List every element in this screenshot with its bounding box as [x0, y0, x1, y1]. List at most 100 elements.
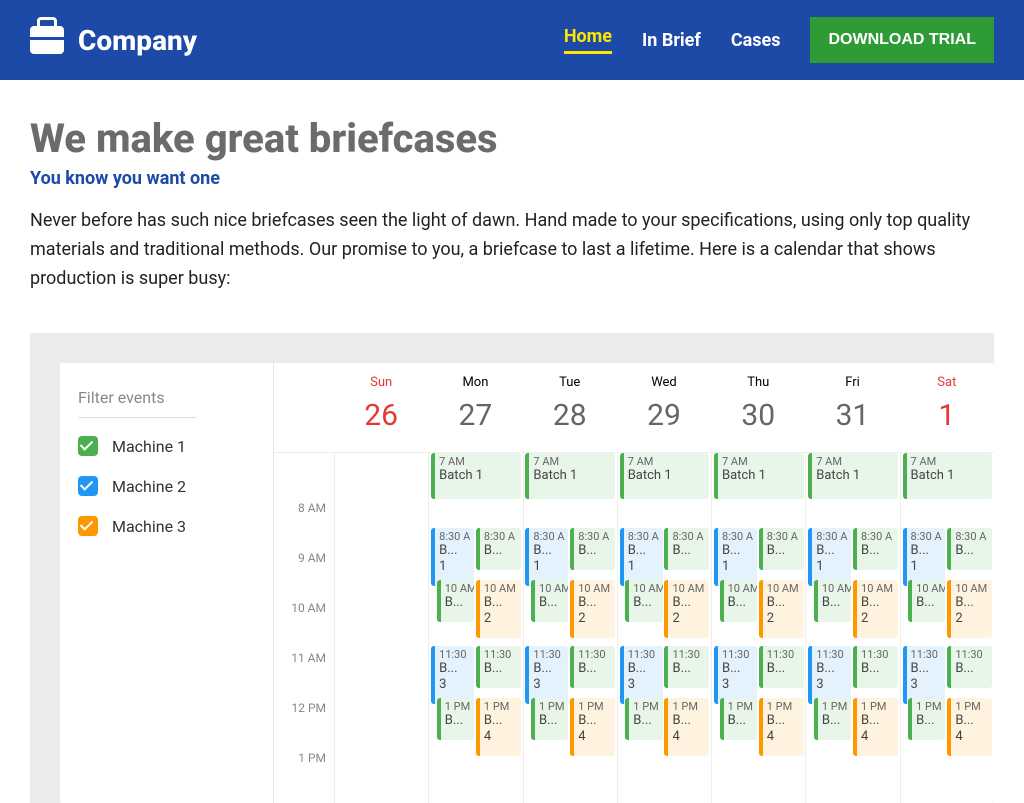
day-number: 26	[334, 398, 428, 433]
time-label: 12 PM	[274, 701, 334, 751]
calendar-event[interactable]: 10 AMB...	[437, 580, 474, 622]
event-name: B...	[767, 595, 804, 611]
calendar-event[interactable]: 10 AMB...	[531, 580, 568, 622]
calendar-event[interactable]: 1 PMB...4	[947, 698, 992, 756]
event-name: B...	[628, 543, 663, 559]
calendar-event[interactable]: 10 AMB...	[720, 580, 757, 622]
day-of-week: Tue	[523, 375, 617, 390]
calendar-event[interactable]: 11:30B...3	[808, 646, 851, 704]
calendar-event[interactable]: 11:30B...	[476, 646, 521, 688]
calendar-event[interactable]: 10 AMB...2	[664, 580, 709, 638]
calendar-event[interactable]: 1 PMB...4	[570, 698, 615, 756]
calendar-event[interactable]: 1 PMB...	[437, 698, 474, 740]
event-name: 3	[816, 677, 851, 693]
calendar-event[interactable]: 11:30B...3	[714, 646, 757, 704]
calendar-event[interactable]: 11:30B...	[664, 646, 709, 688]
calendar-event[interactable]: 7 AMBatch 1	[808, 453, 898, 499]
calendar-event[interactable]: 11:30B...	[947, 646, 992, 688]
day-column[interactable]: 7 AMBatch 18:30 AB...18:30 AB...10 AMB..…	[711, 453, 805, 803]
day-column[interactable]: 7 AMBatch 18:30 AB...18:30 AB...10 AMB..…	[617, 453, 711, 803]
brand[interactable]: Company	[30, 24, 197, 57]
calendar-event[interactable]: 11:30B...	[570, 646, 615, 688]
day-column[interactable]: 7 AMBatch 18:30 AB...18:30 AB...10 AMB..…	[428, 453, 522, 803]
calendar-event[interactable]: 8:30 AB...1	[620, 528, 663, 586]
calendar-event[interactable]: 8:30 AB...1	[525, 528, 568, 586]
calendar-event[interactable]: 8:30 AB...	[947, 528, 992, 570]
event-name: B...	[816, 543, 851, 559]
calendar-event[interactable]: 8:30 AB...1	[808, 528, 851, 586]
nav-home[interactable]: Home	[564, 26, 612, 54]
calendar-event[interactable]: 8:30 AB...	[476, 528, 521, 570]
calendar-event[interactable]: 8:30 AB...1	[903, 528, 946, 586]
nav-cases[interactable]: Cases	[731, 30, 781, 51]
day-column[interactable]: 7 AMBatch 18:30 AB...18:30 AB...10 AMB..…	[523, 453, 617, 803]
calendar-event[interactable]: 11:30B...3	[903, 646, 946, 704]
event-time: 1 PM	[955, 700, 992, 713]
calendar-event[interactable]: 10 AMB...	[814, 580, 851, 622]
calendar-event[interactable]: 8:30 AB...	[853, 528, 898, 570]
event-name: B...	[822, 713, 851, 729]
day-column[interactable]: 7 AMBatch 18:30 AB...18:30 AB...10 AMB..…	[900, 453, 994, 803]
event-name: Batch 1	[816, 468, 898, 484]
calendar-event[interactable]: 8:30 AB...1	[431, 528, 474, 586]
event-time: 1 PM	[916, 700, 945, 713]
calendar-event[interactable]: 1 PMB...4	[853, 698, 898, 756]
event-time: 11:30	[578, 648, 615, 661]
calendar-event[interactable]: 8:30 AB...	[759, 528, 804, 570]
day-number: 30	[711, 398, 805, 433]
event-name: 3	[628, 677, 663, 693]
day-header[interactable]: Sun26	[334, 363, 428, 452]
download-trial-button[interactable]: DOWNLOAD TRIAL	[810, 17, 994, 63]
calendar-event[interactable]: 1 PMB...	[720, 698, 757, 740]
calendar-event[interactable]: 1 PMB...	[625, 698, 662, 740]
filter-machine-3[interactable]: Machine 3	[78, 516, 255, 536]
calendar-event[interactable]: 8:30 AB...	[570, 528, 615, 570]
calendar-event[interactable]: 11:30B...3	[431, 646, 474, 704]
event-time: 8:30 A	[767, 530, 804, 543]
day-header[interactable]: Sat1	[900, 363, 994, 452]
calendar-event[interactable]: 10 AMB...2	[570, 580, 615, 638]
event-time: 1 PM	[484, 700, 521, 713]
calendar-event[interactable]: 11:30B...	[853, 646, 898, 688]
calendar-container: Filter events Machine 1Machine 2Machine …	[30, 333, 994, 803]
calendar-event[interactable]: 7 AMBatch 1	[903, 453, 993, 499]
filter-machine-1[interactable]: Machine 1	[78, 436, 255, 456]
calendar-event[interactable]: 1 PMB...4	[664, 698, 709, 756]
day-header[interactable]: Fri31	[805, 363, 899, 452]
calendar-event[interactable]: 11:30B...3	[525, 646, 568, 704]
day-column[interactable]: 7 AMBatch 18:30 AB...18:30 AB...10 AMB..…	[805, 453, 899, 803]
day-header[interactable]: Mon27	[428, 363, 522, 452]
calendar-event[interactable]: 10 AMB...	[908, 580, 945, 622]
event-time: 11:30	[484, 648, 521, 661]
day-header[interactable]: Tue28	[523, 363, 617, 452]
calendar-event[interactable]: 8:30 AB...1	[714, 528, 757, 586]
day-number: 27	[428, 398, 522, 433]
calendar-event[interactable]: 1 PMB...	[814, 698, 851, 740]
calendar-event[interactable]: 11:30B...	[759, 646, 804, 688]
calendar-event[interactable]: 1 PMB...	[908, 698, 945, 740]
header: Company Home In Brief Cases DOWNLOAD TRI…	[0, 0, 1024, 80]
calendar-event[interactable]: 1 PMB...4	[476, 698, 521, 756]
calendar-event[interactable]: 10 AMB...2	[476, 580, 521, 638]
event-name: 2	[955, 611, 992, 627]
calendar-event[interactable]: 11:30B...3	[620, 646, 663, 704]
calendar-event[interactable]: 7 AMBatch 1	[525, 453, 615, 499]
calendar-event[interactable]: 7 AMBatch 1	[714, 453, 804, 499]
day-header[interactable]: Thu30	[711, 363, 805, 452]
calendar-event[interactable]: 1 PMB...4	[759, 698, 804, 756]
day-header[interactable]: Wed29	[617, 363, 711, 452]
calendar-event[interactable]: 7 AMBatch 1	[620, 453, 710, 499]
calendar-event[interactable]: 10 AMB...2	[759, 580, 804, 638]
filter-machine-2[interactable]: Machine 2	[78, 476, 255, 496]
event-name: B...	[484, 543, 521, 559]
calendar-event[interactable]: 10 AMB...2	[947, 580, 992, 638]
day-column[interactable]	[334, 453, 428, 803]
event-time: 8:30 A	[672, 530, 709, 543]
calendar-event[interactable]: 7 AMBatch 1	[431, 453, 521, 499]
calendar-event[interactable]: 10 AMB...	[625, 580, 662, 622]
event-name: B...	[672, 713, 709, 729]
calendar-event[interactable]: 8:30 AB...	[664, 528, 709, 570]
calendar-event[interactable]: 10 AMB...2	[853, 580, 898, 638]
nav-in-brief[interactable]: In Brief	[642, 30, 701, 51]
calendar-event[interactable]: 1 PMB...	[531, 698, 568, 740]
